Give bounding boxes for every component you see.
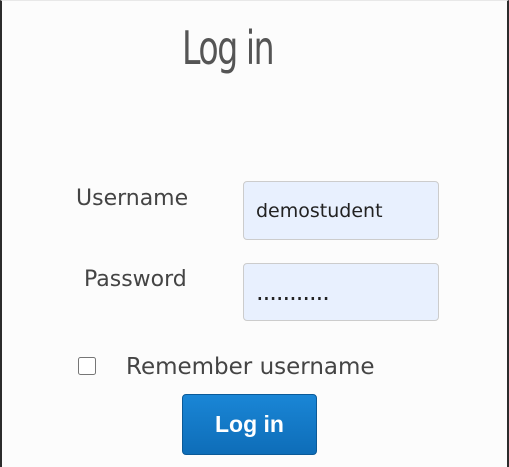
login-panel: Log in Username Password Remember userna… [0, 0, 509, 467]
remember-username-checkbox[interactable] [78, 357, 96, 375]
password-label: Password [84, 267, 187, 292]
page-title: Log in [182, 21, 275, 75]
username-field[interactable] [243, 181, 439, 240]
remember-username-label[interactable]: Remember username [126, 354, 375, 382]
password-field[interactable] [243, 263, 439, 321]
username-label: Username [76, 186, 189, 211]
login-button[interactable]: Log in [182, 394, 317, 455]
